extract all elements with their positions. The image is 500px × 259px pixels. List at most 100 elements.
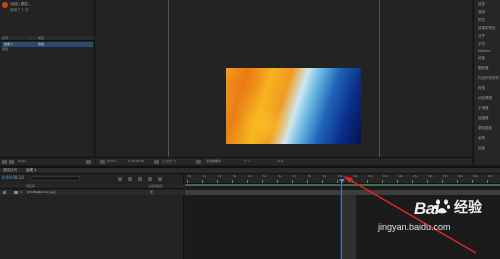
panel-item[interactable]: 段落 xyxy=(478,86,485,91)
layer-column-header: 源名称 父级和链接 xyxy=(0,184,184,189)
project-item-type: 合成 xyxy=(38,42,45,46)
ruler-label: 19s xyxy=(473,175,478,178)
ruler-tick xyxy=(262,180,263,183)
panel-item[interactable]: 信息 xyxy=(478,2,485,7)
panel-item[interactable]: 字符 xyxy=(478,42,485,47)
tab-comp1[interactable]: 合成 1 xyxy=(26,168,36,173)
ruler-label: 6s xyxy=(278,175,282,178)
exposure-value[interactable]: +0.0 xyxy=(276,160,283,163)
views-dropdown[interactable]: 1 个... xyxy=(244,160,253,163)
new-folder-icon[interactable] xyxy=(2,160,7,164)
panel-item[interactable]: 效果和预设 xyxy=(478,26,496,31)
ruler-label: 7s xyxy=(293,175,297,178)
project-item-solid[interactable]: 纯色 xyxy=(2,48,8,51)
ruler-label: 0s xyxy=(188,175,192,178)
playhead-highlight xyxy=(340,195,356,259)
layer-name[interactable]: [23d8e6bb7ac.jpg] xyxy=(27,191,56,194)
panel-item[interactable]: Median xyxy=(478,49,491,54)
frame-blend-icon[interactable] xyxy=(138,177,142,181)
panel-item[interactable]: 摇摆器 xyxy=(478,116,489,121)
tab-render-queue[interactable]: 渲染队列 xyxy=(3,168,17,173)
playhead-line[interactable] xyxy=(341,180,342,259)
trash-icon[interactable] xyxy=(86,160,91,164)
panel-item[interactable]: 平滑器 xyxy=(478,106,489,111)
motion-blur-icon[interactable] xyxy=(148,177,152,181)
project-thumbnail-panel: (纯色) 图层... 使用了 1 次 xyxy=(0,0,95,36)
panel-item[interactable]: 画笔 xyxy=(478,136,485,141)
layer-index: 1 xyxy=(20,190,22,194)
transparency-grid-icon[interactable] xyxy=(196,160,201,164)
ruler-tick xyxy=(427,180,428,183)
ruler-tick xyxy=(217,180,218,183)
layer-row[interactable]: 1 [23d8e6bb7ac.jpg] 无 xyxy=(0,190,184,195)
layer-search-input[interactable] xyxy=(30,176,80,181)
panel-item[interactable]: 绘画 xyxy=(478,146,485,151)
column-type[interactable]: 类型 xyxy=(38,37,44,40)
ruler-label: 2s xyxy=(218,175,222,178)
project-thumb-usage: 使用了 1 次 xyxy=(10,8,29,12)
ruler-label: 5s xyxy=(263,175,267,178)
right-panels: 信息 音频 预览 效果和预设 对齐 字符 Median 段落 跟踪器 内容识别填充 段落 动态草图 平滑… xyxy=(473,0,500,165)
project-panel: 名称 • 类型 合成 1 合成 纯色 xyxy=(0,36,95,156)
ruler-tick xyxy=(337,180,338,183)
project-item-name: 合成 1 xyxy=(4,42,13,46)
guide-line-left[interactable] xyxy=(168,0,169,158)
column-source-name[interactable]: 源名称 xyxy=(26,185,35,188)
ruler-label: 17s xyxy=(443,175,448,178)
new-comp-icon[interactable] xyxy=(9,160,14,164)
ruler-tick xyxy=(397,180,398,183)
current-time-display[interactable]: 0:00:08:20 xyxy=(2,176,24,180)
ruler-label: 16s xyxy=(428,175,433,178)
camera-dropdown[interactable]: 活动摄像机 xyxy=(206,160,221,163)
viewer-timecode[interactable]: 0:00:08:20 xyxy=(128,160,144,163)
project-column-header: 名称 • 类型 xyxy=(0,36,95,41)
ruler-tick xyxy=(457,180,458,183)
visibility-eye-icon[interactable] xyxy=(3,191,6,194)
project-item-comp1[interactable]: 合成 1 合成 xyxy=(2,42,93,47)
watermark-brand-cn: 经验 xyxy=(454,199,482,215)
ruler-tick xyxy=(187,180,188,183)
ruler-label: 9s xyxy=(323,175,327,178)
ruler-tick xyxy=(322,180,323,183)
always-preview-icon[interactable] xyxy=(100,160,105,164)
ruler-tick xyxy=(382,180,383,183)
footage-swatch xyxy=(2,2,8,8)
shy-icon[interactable] xyxy=(128,177,132,181)
ruler-label: 8s xyxy=(308,175,312,178)
composition-image[interactable] xyxy=(226,68,361,144)
baidu-paw-icon xyxy=(434,199,450,214)
timeline-layer-panel: 0:00:08:20 源名称 父级和链接 1 [23d8e6bb7ac.jpg]… xyxy=(0,174,184,259)
layer-label-color[interactable] xyxy=(14,191,18,194)
guide-line-right[interactable] xyxy=(379,0,380,158)
ruler-tick xyxy=(247,180,248,183)
ruler-tick xyxy=(292,180,293,183)
snapshot-icon[interactable] xyxy=(154,160,159,164)
layer-parent[interactable]: 无 xyxy=(150,191,153,194)
panel-item[interactable]: 音频 xyxy=(478,10,485,15)
column-name[interactable]: 名称 xyxy=(2,37,8,40)
watermark-url: jingyan.baidu.com xyxy=(378,222,451,232)
column-label[interactable]: • xyxy=(30,37,32,40)
work-area-bar[interactable] xyxy=(185,184,500,186)
playhead-handle[interactable] xyxy=(339,179,345,183)
panel-item[interactable]: 蒙版插值 xyxy=(478,126,492,131)
panel-item[interactable]: 对齐 xyxy=(478,34,485,39)
project-thumb-name: (纯色) 图层... xyxy=(10,2,32,6)
viewer-toolbar: (57%) 0:00:08:20 (二分之一) 活动摄像机 1 个... +0.… xyxy=(96,157,472,165)
resolution-dropdown[interactable]: (二分之一) xyxy=(162,160,176,163)
zoom-dropdown[interactable]: (57%) xyxy=(107,160,116,163)
ruler-tick xyxy=(412,180,413,183)
panel-item[interactable]: 跟踪器 xyxy=(478,66,489,71)
ruler-label: 18s xyxy=(458,175,463,178)
ruler-tick xyxy=(367,180,368,183)
ruler-label: 13s xyxy=(383,175,388,178)
bpc-toggle[interactable]: 8 bpc xyxy=(18,160,26,163)
panel-item[interactable]: 动态草图 xyxy=(478,96,492,101)
ruler-tick xyxy=(352,180,353,183)
column-parent[interactable]: 父级和链接 xyxy=(148,185,163,188)
panel-item[interactable]: 预览 xyxy=(478,18,485,23)
graph-editor-icon[interactable] xyxy=(158,177,162,181)
panel-item[interactable]: 段落 xyxy=(478,56,485,61)
draft-3d-icon[interactable] xyxy=(118,177,122,181)
panel-item[interactable]: 内容识别填充 xyxy=(478,76,499,81)
